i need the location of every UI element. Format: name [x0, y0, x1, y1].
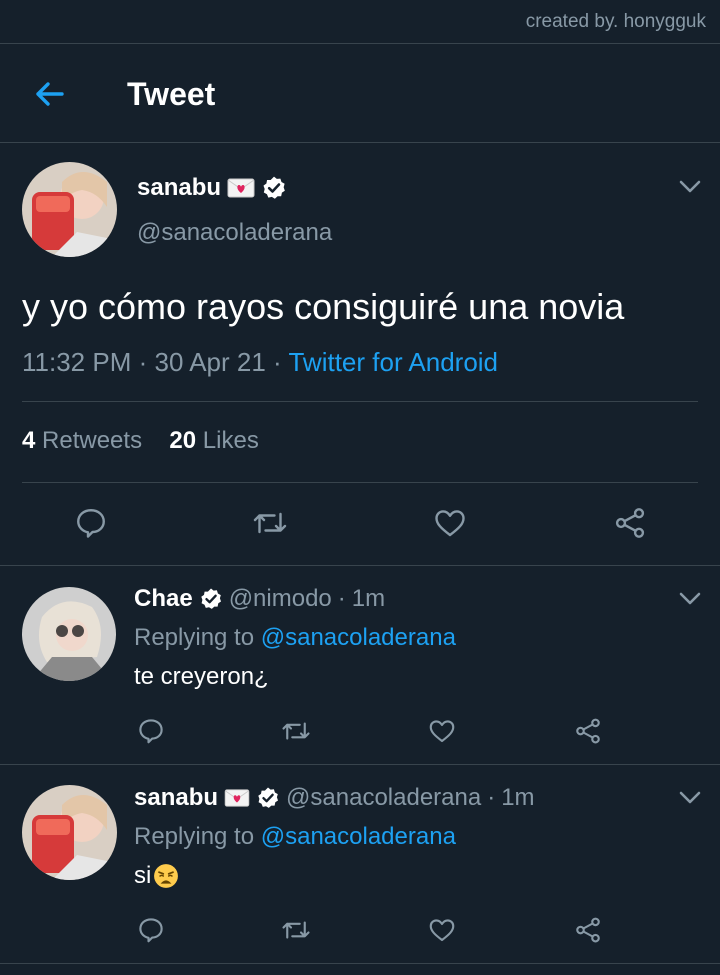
replying-prefix: Replying to — [134, 823, 255, 850]
author-handle[interactable]: @sanacoladerana — [137, 219, 332, 247]
love-letter-emoji — [227, 178, 255, 198]
reply-text-row: si — [134, 862, 179, 890]
retweets-label: Retweets — [42, 427, 143, 454]
share-icon[interactable] — [573, 716, 603, 746]
retweet-icon[interactable] — [251, 505, 289, 541]
divider — [0, 963, 720, 964]
meta-separator: · — [273, 347, 282, 377]
reply-header: Chae @nimodo · 1m — [134, 585, 385, 613]
heart-icon[interactable] — [427, 716, 457, 746]
meta-separator: · — [487, 784, 496, 811]
replying-prefix: Replying to — [134, 624, 255, 651]
chevron-down-icon[interactable] — [679, 592, 701, 606]
divider — [0, 764, 720, 765]
likes-count-link[interactable]: 20 Likes — [169, 427, 258, 454]
tweet-text: y yo cómo rayos consiguiré una novia — [22, 286, 625, 327]
retweet-icon[interactable] — [280, 915, 312, 945]
author-name: sanabu — [137, 174, 222, 201]
avatar[interactable] — [22, 162, 117, 257]
reply-author-name[interactable]: Chae — [134, 585, 193, 613]
tweet-counts: 4 Retweets 20 Likes — [22, 427, 259, 455]
reply-time: 1m — [501, 784, 535, 811]
chevron-down-icon[interactable] — [679, 791, 701, 805]
reply-header: sanabu @sanacoladerana · 1m — [134, 784, 535, 812]
replying-to-link[interactable]: @sanacoladerana — [261, 823, 456, 850]
tweet-source-link[interactable]: Twitter for Android — [288, 347, 498, 377]
replying-to-link[interactable]: @sanacoladerana — [261, 624, 456, 651]
reply-author-handle[interactable]: @nimodo — [229, 585, 332, 613]
retweets-count-link[interactable]: 4 Retweets — [22, 427, 142, 454]
weary-face-emoji — [154, 864, 179, 888]
page-title: Tweet — [127, 76, 216, 112]
reply-text: si — [134, 862, 152, 889]
chevron-down-icon[interactable] — [679, 180, 701, 194]
divider — [22, 482, 698, 483]
retweet-icon[interactable] — [280, 716, 312, 746]
meta-separator: · — [138, 347, 148, 377]
likes-count: 20 — [169, 427, 197, 454]
back-arrow-icon[interactable] — [32, 78, 68, 110]
tweet-meta: 11:32 PM · 30 Apr 21 · Twitter for Andro… — [22, 347, 498, 378]
likes-label: Likes — [202, 427, 259, 454]
reply-icon[interactable] — [136, 716, 166, 746]
tweet-time: 11:32 PM — [22, 347, 132, 377]
verified-badge-icon — [263, 176, 285, 199]
divider — [0, 142, 720, 143]
replying-to: Replying to @sanacoladerana — [134, 624, 456, 652]
share-icon[interactable] — [612, 505, 648, 541]
love-letter-emoji — [224, 789, 250, 807]
divider — [0, 43, 720, 44]
reply-icon[interactable] — [136, 915, 166, 945]
reply-icon[interactable] — [73, 505, 109, 541]
reply-author-handle[interactable]: @sanacoladerana — [286, 784, 481, 812]
avatar[interactable] — [22, 785, 117, 880]
credit-text: created by. honygguk — [525, 11, 706, 32]
author-name-row[interactable]: sanabu — [137, 174, 287, 202]
reply-text: te creyeron¿ — [134, 663, 269, 690]
avatar[interactable] — [22, 587, 116, 681]
reply-author-name[interactable]: sanabu — [134, 784, 218, 812]
heart-icon[interactable] — [432, 505, 468, 541]
divider — [22, 401, 698, 402]
tweet-date: 30 Apr 21 — [154, 347, 266, 377]
retweets-count: 4 — [22, 427, 36, 454]
heart-icon[interactable] — [427, 915, 457, 945]
reply-time: 1m — [351, 585, 386, 612]
meta-separator: · — [337, 585, 346, 612]
replying-to: Replying to @sanacoladerana — [134, 823, 456, 851]
verified-badge-icon — [200, 588, 221, 609]
verified-badge-icon — [258, 787, 279, 808]
share-icon[interactable] — [573, 915, 603, 945]
divider — [0, 565, 720, 566]
